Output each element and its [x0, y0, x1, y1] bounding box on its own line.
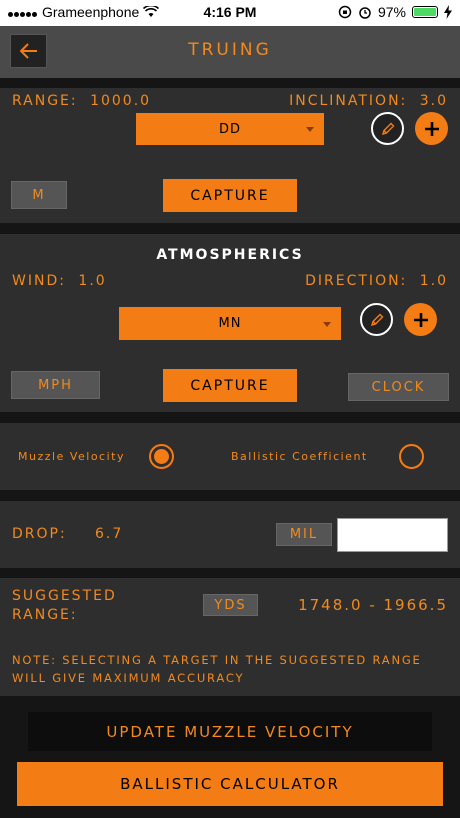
charging-icon	[444, 5, 452, 19]
atmospherics-dropdown-value: MN	[218, 316, 242, 331]
atmospherics-edit-button[interactable]	[360, 303, 393, 336]
suggested-unit-button[interactable]: YDS	[203, 594, 258, 616]
status-bar: Grameenphone 4:16 PM 97%	[0, 0, 460, 26]
pencil-icon	[370, 313, 383, 326]
drop-label: Drop:	[12, 526, 67, 542]
inclination-row: Inclination: 3.0	[289, 93, 448, 109]
update-muzzle-velocity-button[interactable]: Update Muzzle Velocity	[28, 712, 432, 751]
mode-panel: Muzzle Velocity Ballistic Coefficient	[0, 423, 460, 490]
truing-type-dropdown[interactable]: DD	[136, 113, 324, 145]
edit-button[interactable]	[371, 112, 404, 145]
ballistic-coefficient-radio[interactable]	[399, 444, 424, 469]
accuracy-note: NOTE: Selecting a target in the suggeste…	[12, 653, 422, 685]
atmospherics-add-button[interactable]	[404, 303, 437, 336]
alarm-icon	[359, 7, 371, 19]
truing-capture-button[interactable]: CAPTURE	[163, 179, 297, 212]
truing-dropdown-value: DD	[218, 121, 242, 137]
suggested-label-line2: Range:	[12, 607, 78, 623]
page-title: TRUING	[188, 40, 272, 60]
atmospherics-panel: ATMOSPHERICS Wind: 1.0 Direction: 1.0 MN…	[0, 234, 460, 412]
muzzle-velocity-radio[interactable]	[149, 444, 174, 469]
drop-panel: Drop: 6.7 MIL	[0, 501, 460, 568]
direction-row: Direction: 1.0	[305, 273, 448, 289]
direction-label: Direction:	[305, 273, 408, 289]
wind-value: 1.0	[78, 273, 107, 289]
rotation-lock-icon	[338, 5, 352, 19]
ballistic-calculator-button[interactable]: BALLISTIC CALCULATOR	[17, 762, 443, 806]
wind-row: Wind: 1.0	[12, 273, 107, 289]
chevron-down-icon	[306, 127, 314, 132]
status-right: 97%	[338, 4, 452, 20]
battery-icon	[412, 6, 438, 18]
plus-icon	[424, 121, 439, 136]
radio-selected-dot	[154, 449, 169, 464]
suggested-panel: Suggested Range: YDS 1748.0 - 1966.5 NOT…	[0, 578, 460, 696]
add-button[interactable]	[415, 112, 448, 145]
truing-panel: Range: 1000.0 Inclination: 3.0 DD M CAPT…	[0, 88, 460, 223]
atmospherics-dropdown[interactable]: MN	[119, 307, 341, 340]
atmospherics-capture-button[interactable]: CAPTURE	[163, 369, 297, 402]
inclination-label: Inclination:	[289, 93, 408, 109]
range-unit-button[interactable]: M	[11, 181, 67, 209]
drop-value: 6.7	[95, 526, 124, 542]
chevron-down-icon	[323, 321, 331, 327]
speed-unit-button[interactable]: MPH	[11, 371, 100, 399]
suggested-range-value: 1748.0 - 1966.5	[298, 596, 448, 614]
range-label: Range:	[12, 93, 78, 109]
inclination-value: 3.0	[419, 93, 448, 109]
battery-percent: 97%	[377, 4, 406, 20]
muzzle-velocity-label: Muzzle Velocity	[18, 450, 125, 463]
direction-unit-button[interactable]: CLOCK	[348, 373, 449, 401]
suggested-label-line1: Suggested	[12, 588, 117, 604]
plus-icon	[413, 312, 428, 327]
ballistic-coefficient-label: Ballistic Coefficient	[231, 450, 368, 463]
drop-input[interactable]	[337, 518, 448, 552]
drop-unit-button[interactable]: MIL	[276, 523, 332, 546]
wind-label: Wind:	[12, 273, 66, 289]
pencil-icon	[381, 122, 394, 135]
suggested-label: Suggested Range:	[12, 587, 117, 625]
nav-header: TRUING	[0, 26, 460, 78]
direction-value: 1.0	[419, 273, 448, 289]
range-value: 1000.0	[90, 93, 152, 109]
range-row: Range: 1000.0	[12, 93, 151, 109]
atmospherics-title: ATMOSPHERICS	[156, 247, 304, 263]
